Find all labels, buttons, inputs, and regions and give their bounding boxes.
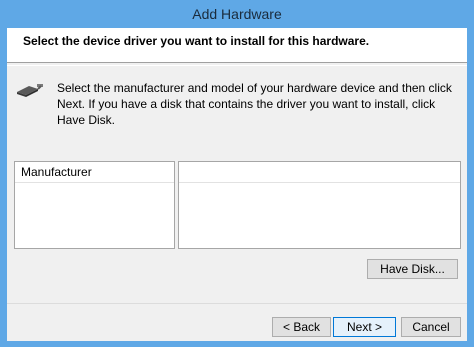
next-button[interactable]: Next > <box>333 317 396 337</box>
manufacturer-list[interactable]: Manufacturer <box>14 161 175 249</box>
model-list[interactable] <box>178 161 461 249</box>
cancel-button[interactable]: Cancel <box>401 317 461 337</box>
wizard-header-title: Select the device driver you want to ins… <box>23 34 370 48</box>
wizard-header: Select the device driver you want to ins… <box>7 28 467 63</box>
hardware-device-icon <box>14 80 44 100</box>
have-disk-button[interactable]: Have Disk... <box>367 259 458 279</box>
wizard-client-area: Select the device driver you want to ins… <box>7 28 467 341</box>
back-button[interactable]: < Back <box>272 317 331 337</box>
manufacturer-list-header[interactable]: Manufacturer <box>15 162 174 183</box>
window-title: Add Hardware <box>0 0 474 28</box>
button-row-separator <box>7 303 467 304</box>
add-hardware-window: Add Hardware Select the device driver yo… <box>0 0 474 347</box>
header-separator <box>7 65 467 66</box>
model-list-header[interactable] <box>179 162 460 183</box>
instruction-text: Select the manufacturer and model of you… <box>57 81 452 127</box>
